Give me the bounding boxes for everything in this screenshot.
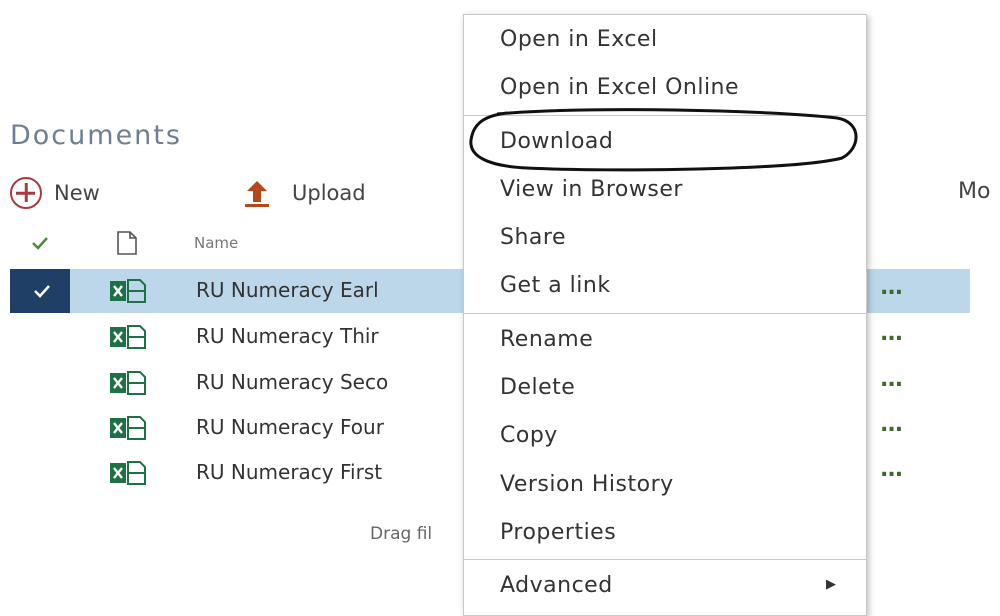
menu-item-download[interactable]: Download <box>464 119 866 167</box>
ellipsis-button[interactable]: ... <box>880 457 903 482</box>
file-name[interactable]: RU Numeracy Four <box>196 415 384 439</box>
menu-item-label: Copy <box>500 423 558 448</box>
file-name[interactable]: RU Numeracy Seco <box>196 370 388 394</box>
new-button[interactable]: New <box>10 176 100 210</box>
ellipsis-button[interactable]: ... <box>880 412 903 437</box>
menu-item-advanced[interactable]: Advanced ▶ <box>464 563 866 611</box>
menu-item-version-history[interactable]: Version History <box>464 462 866 510</box>
ellipsis-button[interactable]: ... <box>880 321 903 346</box>
menu-item-label: Advanced <box>500 573 613 598</box>
name-column-header[interactable]: Name <box>194 228 238 258</box>
menu-divider <box>464 115 866 116</box>
drag-files-hint: Drag fil <box>370 524 433 544</box>
upload-arrow-icon <box>245 181 269 207</box>
menu-item-rename[interactable]: Rename <box>464 317 866 365</box>
upload-button[interactable]: Upload <box>242 176 366 210</box>
menu-item-get-a-link[interactable]: Get a link <box>464 263 866 311</box>
ellipsis-button[interactable]: ... <box>880 367 903 392</box>
menu-divider <box>464 559 866 560</box>
menu-item-label: View in Browser <box>500 177 683 202</box>
checkmark-icon <box>34 285 50 298</box>
menu-item-label: Open in Excel <box>500 27 658 52</box>
menu-item-view-in-browser[interactable]: View in Browser <box>464 167 866 215</box>
menu-item-label: Share <box>500 225 566 250</box>
menu-item-label: Delete <box>500 375 576 400</box>
menu-item-label: Version History <box>500 472 674 497</box>
menu-divider <box>464 313 866 314</box>
menu-item-label: Download <box>500 129 614 154</box>
upload-button-label: Upload <box>292 181 366 205</box>
menu-item-copy[interactable]: Copy <box>464 413 866 461</box>
menu-item-label: Get a link <box>500 273 611 298</box>
add-circle-icon <box>10 177 42 209</box>
new-button-label: New <box>54 181 100 205</box>
menu-item-label: Properties <box>500 520 617 545</box>
ellipsis-button[interactable]: ... <box>880 275 903 300</box>
file-name[interactable]: RU Numeracy First <box>196 460 382 484</box>
context-menu: Open in Excel Open in Excel Online Downl… <box>463 14 867 616</box>
menu-item-open-in-excel[interactable]: Open in Excel <box>464 17 866 65</box>
more-button[interactable]: Mo <box>958 179 990 204</box>
page-title: Documents <box>10 120 182 151</box>
file-name[interactable]: RU Numeracy Earl <box>196 278 379 302</box>
checkmark-icon <box>32 237 48 250</box>
menu-item-label: Rename <box>500 327 594 352</box>
excel-file-icon <box>110 416 146 440</box>
row-checkbox[interactable] <box>10 269 70 313</box>
select-all-checkbox[interactable] <box>30 228 50 258</box>
excel-file-icon <box>110 371 146 395</box>
menu-item-open-in-excel-online[interactable]: Open in Excel Online <box>464 65 866 113</box>
excel-file-icon <box>110 279 146 303</box>
file-name[interactable]: RU Numeracy Thir <box>196 324 379 348</box>
menu-item-delete[interactable]: Delete <box>464 365 866 413</box>
excel-file-icon <box>110 325 146 349</box>
menu-item-properties[interactable]: Properties <box>464 510 866 558</box>
menu-item-label: Open in Excel Online <box>500 75 740 100</box>
menu-item-share[interactable]: Share <box>464 215 866 263</box>
submenu-arrow-icon: ▶ <box>826 577 836 592</box>
document-icon <box>117 231 137 255</box>
file-type-column-header[interactable] <box>116 228 138 258</box>
excel-file-icon <box>110 461 146 485</box>
